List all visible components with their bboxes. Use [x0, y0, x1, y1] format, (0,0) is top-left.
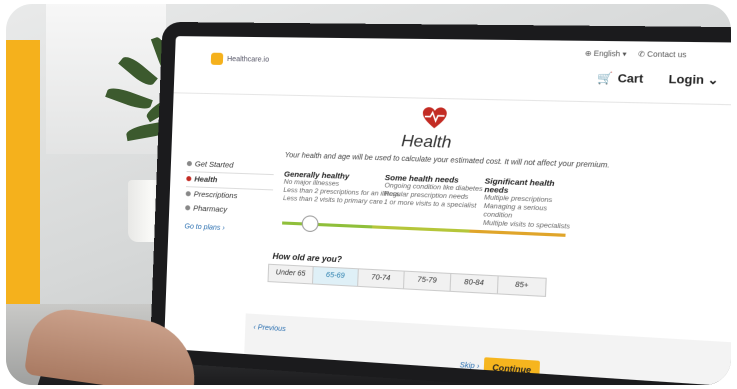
site-header: Healthcare.io ⊕ English ▾ ✆ Contact us 🛒…: [173, 36, 731, 106]
age-option[interactable]: Under 65: [268, 264, 314, 284]
age-options: Under 65 65-69 70-74 75-79 80-84 85+: [267, 263, 547, 298]
cart-button[interactable]: 🛒 Cart: [597, 71, 643, 86]
laptop-screen-bezel: Healthcare.io ⊕ English ▾ ✆ Contact us 🛒…: [149, 21, 731, 385]
age-option[interactable]: 85+: [498, 276, 546, 295]
heart-pulse-icon: [421, 107, 448, 129]
logo-text: Healthcare.io: [226, 55, 270, 64]
login-menu[interactable]: Login ⌄: [668, 72, 719, 87]
age-option[interactable]: 80-84: [450, 274, 499, 294]
chevron-down-icon: ⌄: [707, 74, 719, 88]
step-navigation: Get Started Health Prescriptions Pharmac…: [185, 157, 274, 219]
go-to-plans-link[interactable]: Go to plans ›: [184, 223, 225, 232]
need-some-health-needs: Some health needs Ongoing condition like…: [383, 172, 483, 210]
skip-link[interactable]: Skip ›: [460, 362, 480, 371]
cart-icon: 🛒: [597, 72, 614, 86]
language-selector[interactable]: ⊕ English ▾: [585, 49, 627, 58]
page-title: Health: [400, 132, 452, 152]
contact-link[interactable]: ✆ Contact us: [638, 50, 687, 59]
need-significant-health-needs: Significant health needs Multiple prescr…: [482, 176, 571, 231]
age-option[interactable]: 65-69: [313, 267, 359, 286]
laptop-screen: Healthcare.io ⊕ English ▾ ✆ Contact us 🛒…: [163, 36, 731, 385]
photo-frame: Healthcare.io ⊕ English ▾ ✆ Contact us 🛒…: [6, 4, 731, 385]
logo-icon: [210, 52, 224, 65]
site-logo[interactable]: Healthcare.io: [210, 52, 270, 66]
step-pharmacy[interactable]: Pharmacy: [185, 201, 273, 219]
health-needs-scale: Generally healthy No major illnesses Les…: [283, 169, 577, 230]
age-option[interactable]: 70-74: [358, 269, 405, 289]
health-slider-segment-some: [372, 225, 470, 233]
utility-links: ⊕ English ▾ ✆ Contact us: [585, 49, 687, 59]
page-subtitle: Your health and age will be used to calc…: [284, 151, 610, 170]
cart-label: Cart: [617, 72, 644, 86]
phone-icon: ✆: [637, 51, 648, 59]
continue-button[interactable]: Continue: [483, 357, 541, 383]
age-question: How old are you?: [272, 251, 343, 265]
login-label: Login: [668, 73, 705, 88]
age-option[interactable]: 75-79: [404, 271, 452, 291]
health-slider-handle[interactable]: [301, 215, 319, 233]
